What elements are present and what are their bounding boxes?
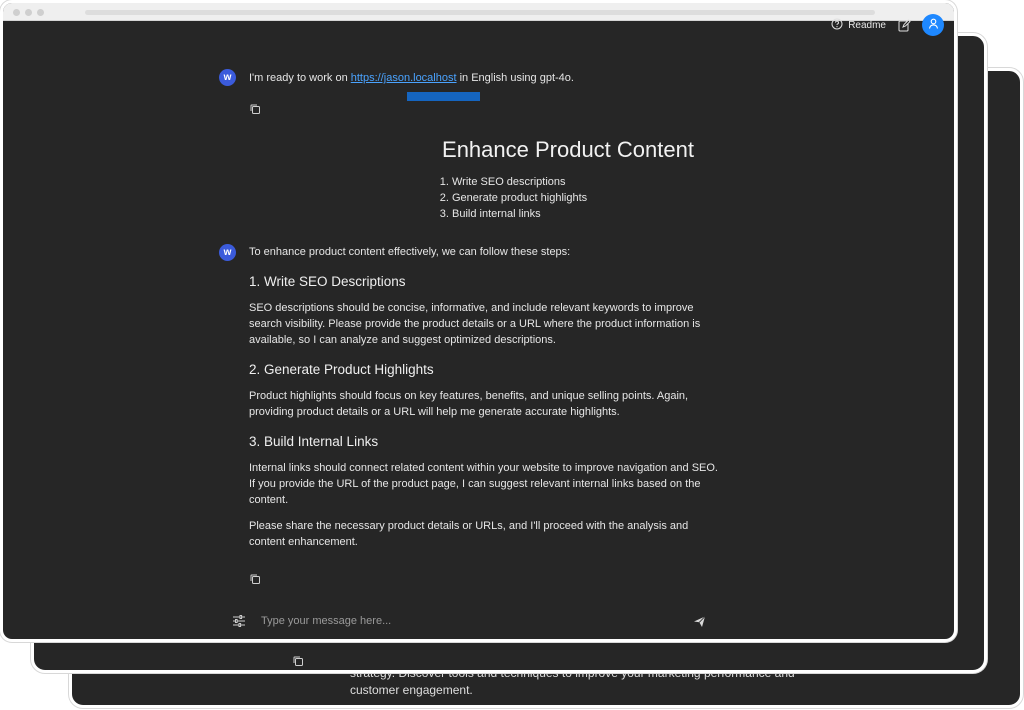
intro-text-after: in English using gpt-4o.	[456, 72, 574, 84]
response-lead: To enhance product content effectively, …	[249, 246, 571, 258]
user-avatar[interactable]	[922, 14, 944, 36]
assistant-message-intro: w I'm ready to work on https://jason.loc…	[219, 69, 719, 86]
assistant-message-response: w To enhance product content effectively…	[219, 243, 719, 560]
message-input[interactable]	[259, 614, 691, 628]
window-dot	[25, 9, 32, 16]
readme-label: Readme	[848, 19, 886, 31]
top-toolbar: Readme	[831, 14, 944, 36]
address-bar[interactable]	[85, 10, 875, 15]
section-body: Product highlights should focus on key f…	[249, 390, 689, 418]
copy-icon[interactable]	[249, 102, 261, 114]
copy-icon[interactable]	[292, 654, 304, 666]
edit-icon[interactable]	[896, 17, 912, 33]
selection-highlight	[407, 92, 480, 101]
window-dot	[13, 9, 20, 16]
prompt-list-item: Write SEO descriptions	[452, 174, 587, 190]
help-circle-icon	[831, 18, 843, 33]
prompt-list: Write SEO descriptions Generate product …	[436, 174, 587, 222]
chat-window: Readme w I'm ready to work on https://ja…	[0, 0, 957, 642]
message-composer	[231, 609, 707, 633]
site-link[interactable]: https://jason.localhost	[351, 72, 457, 84]
response-closing: Please share the necessary product detai…	[249, 520, 689, 548]
copy-icon[interactable]	[249, 572, 261, 584]
browser-chrome	[3, 3, 954, 21]
assistant-avatar: w	[219, 69, 236, 86]
prompt-list-item: Generate product highlights	[452, 190, 587, 206]
prompt-title: Enhance Product Content	[442, 137, 694, 162]
section-heading: 1. Write SEO Descriptions	[249, 274, 406, 289]
user-icon	[928, 16, 939, 34]
section-body: SEO descriptions should be concise, info…	[249, 302, 701, 346]
send-icon[interactable]	[691, 613, 707, 629]
section-heading: 3. Build Internal Links	[249, 434, 379, 449]
prompt-list-item: Build internal links	[452, 206, 587, 222]
intro-text-before: I'm ready to work on	[249, 72, 351, 84]
section-heading: 2. Generate Product Highlights	[249, 362, 434, 377]
assistant-avatar: w	[219, 244, 236, 261]
readme-button[interactable]: Readme	[831, 18, 886, 33]
sliders-icon[interactable]	[231, 613, 247, 629]
window-dot	[37, 9, 44, 16]
section-body: Internal links should connect related co…	[249, 462, 718, 506]
